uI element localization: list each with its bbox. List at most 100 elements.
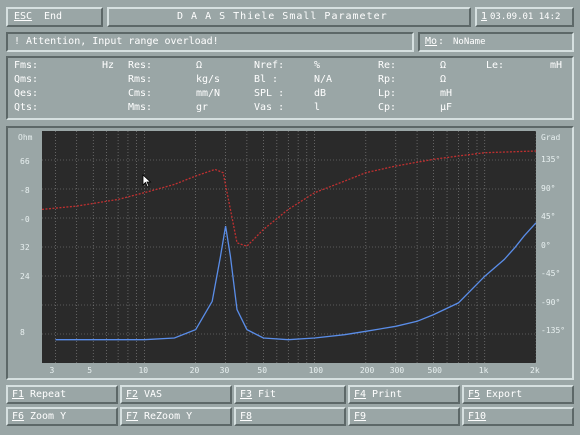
param-label: Le:: [486, 60, 505, 71]
fkey-f5-button[interactable]: F5 Export: [462, 385, 574, 404]
param-unit: mH: [550, 60, 563, 71]
y-right-tick-label: -45°: [541, 269, 561, 278]
x-tick-label: 300: [389, 366, 405, 375]
y-right-tick-label: 90°: [541, 183, 556, 193]
param-unit: dB: [314, 88, 327, 99]
fkey-label: Print: [372, 389, 403, 400]
param-label: Qts:: [14, 102, 39, 113]
param-label: Rp:: [378, 74, 397, 85]
x-tick-label: 30: [219, 366, 230, 375]
param-label: Qes:: [14, 88, 39, 99]
model-field[interactable]: Mo : NoName: [418, 32, 574, 52]
y-left-tick-label: 32: [20, 243, 30, 252]
fkey-key: F9: [354, 411, 367, 422]
y-right-tick-label: 135°: [541, 155, 561, 164]
param-unit: N/A: [314, 74, 333, 85]
x-tick-label: 50: [257, 366, 268, 375]
plot-area[interactable]: [41, 131, 537, 363]
date-key: 1: [481, 11, 488, 22]
param-unit: %: [314, 60, 321, 71]
fkey-f6-button[interactable]: F6 Zoom Y: [6, 407, 118, 426]
param-label: Qms:: [14, 74, 39, 85]
fkey-f3-button[interactable]: F3 Fit: [234, 385, 346, 404]
param-unit: Ω: [440, 60, 447, 71]
window-title: D A A S Thiele Small Parameter: [177, 11, 388, 22]
param-label: Nref:: [254, 60, 285, 71]
esc-label: End: [44, 11, 63, 22]
fkey-key: F8: [240, 411, 253, 422]
x-tick-label: 5: [87, 366, 93, 375]
param-unit: mm/N: [196, 88, 221, 99]
date-button[interactable]: 1 03.09.01 14:2: [475, 7, 574, 27]
impedance-curve: [55, 222, 537, 341]
fkey-f1-button[interactable]: F1 Repeat: [6, 385, 118, 404]
x-tick-label: 500: [427, 366, 442, 375]
param-label: Lp:: [378, 88, 397, 99]
fkey-label: Fit: [258, 389, 277, 400]
fkey-label: VAS: [144, 389, 163, 400]
param-unit: Ω: [440, 74, 447, 85]
x-tick-label: 2k: [530, 366, 540, 375]
param-label: Res:: [128, 60, 153, 71]
status-message-box: ! Attention, Input range overload!: [6, 32, 414, 52]
param-unit: Ω: [196, 60, 203, 71]
y-left-tick-label: -0: [20, 215, 30, 224]
x-tick-label: 1k: [478, 366, 489, 375]
x-tick-label: 20: [189, 366, 200, 375]
fkey-label: ReZoom Y: [144, 411, 193, 422]
fkey-key: F1: [12, 389, 25, 400]
fkey-key: F5: [468, 389, 481, 400]
param-unit: kg/s: [196, 74, 221, 85]
param-label: Mms:: [128, 102, 153, 113]
model-value: NoName: [453, 37, 486, 47]
param-label: Fms:: [14, 60, 39, 71]
y-right-tick-label: 0°: [541, 240, 551, 250]
param-label: SPL :: [254, 88, 285, 99]
fkey-f10-button[interactable]: F10: [462, 407, 574, 426]
fkey-label: Repeat: [30, 389, 67, 400]
fkey-f7-button[interactable]: F7 ReZoom Y: [120, 407, 232, 426]
param-unit: mH: [440, 88, 453, 99]
fkey-f9-button[interactable]: F9: [348, 407, 460, 426]
fkey-key: F7: [126, 411, 139, 422]
param-label: Bl :: [254, 74, 279, 85]
y-right-tick-label: 45°: [541, 212, 556, 221]
fkey-key: F2: [126, 389, 139, 400]
param-label: Vas :: [254, 102, 285, 113]
x-tick-label: 200: [359, 366, 375, 375]
esc-end-button[interactable]: ESC End: [6, 7, 103, 27]
x-tick-label: 3: [49, 366, 55, 375]
y-left-tick-label: 24: [20, 272, 30, 281]
param-unit: µF: [440, 102, 453, 113]
mouse-cursor-icon: [142, 174, 152, 188]
title-bar: D A A S Thiele Small Parameter: [107, 7, 471, 27]
param-label: Cp:: [378, 102, 397, 113]
y-left-tick-label: 66: [20, 157, 30, 166]
y-right-tick-label: -90°: [541, 297, 561, 307]
param-unit: gr: [196, 102, 209, 113]
esc-key: ESC: [14, 11, 33, 22]
fkey-label: Zoom Y: [30, 411, 67, 422]
fkey-f8-button[interactable]: F8: [234, 407, 346, 426]
fkey-key: F10: [468, 411, 487, 422]
param-unit: l: [314, 102, 321, 113]
fkey-f4-button[interactable]: F4 Print: [348, 385, 460, 404]
fkey-key: F6: [12, 411, 25, 422]
y-left-tick-label: -8: [20, 186, 30, 195]
y-right-unit: Grad: [541, 133, 561, 142]
param-label: Re:: [378, 60, 397, 71]
status-message: ! Attention, Input range overload!: [14, 36, 219, 47]
y-left-tick-label: 8: [20, 328, 25, 337]
fkey-key: F3: [240, 389, 253, 400]
fkey-f2-button[interactable]: F2 VAS: [120, 385, 232, 404]
model-colon: :: [438, 36, 445, 47]
phase-curve: [41, 150, 537, 247]
fkey-label: Export: [486, 389, 523, 400]
y-left-unit: Ohm: [18, 133, 33, 142]
fkey-key: F4: [354, 389, 367, 400]
param-unit: Hz: [102, 60, 115, 71]
date-text: 03.09.01 14:2: [490, 12, 561, 22]
model-key: Mo: [425, 36, 438, 47]
param-label: Cms:: [128, 88, 153, 99]
x-tick-label: 100: [308, 366, 324, 375]
